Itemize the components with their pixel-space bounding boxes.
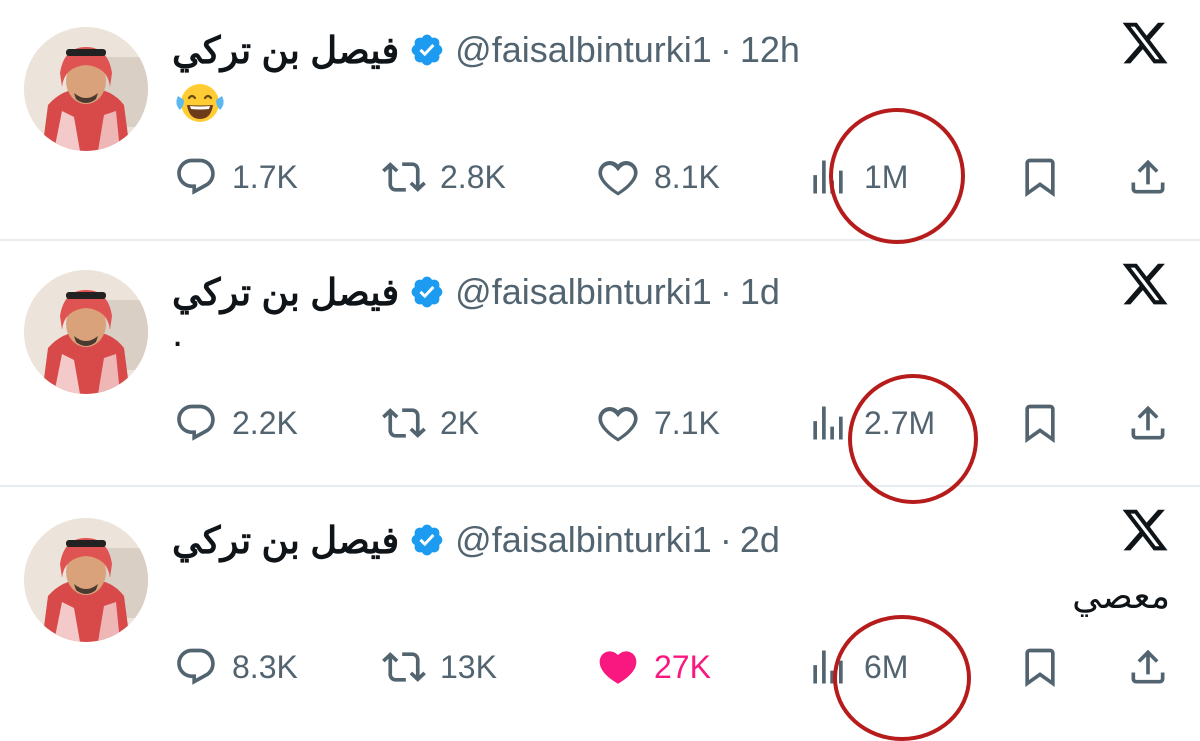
like-count: 8.1K [654,158,720,195]
separator-dot: · [719,271,732,312]
reply-button[interactable]: 1.7K [174,147,298,207]
tweet-header: فيصل بن تركي @faisalbinturki1 · 12h [172,22,800,78]
user-handle[interactable]: @faisalbinturki1 [455,271,712,313]
views-button[interactable]: 1M [806,147,908,207]
timestamp[interactable]: 12h [740,29,800,71]
tweet-card[interactable]: فيصل بن تركي @faisalbinturki1 · 12h 1.7K [0,0,1200,240]
bar-chart-icon [813,650,843,684]
retweet-icon [382,162,426,192]
separator-dot: · [719,519,732,560]
x-logo-icon [1120,259,1170,309]
share-button[interactable] [1126,637,1170,697]
like-count: 27K [654,648,711,685]
share-upload-icon [1131,649,1165,684]
bar-chart-icon [813,160,843,194]
tweet-actions: 1.7K 2.8K 8.1K 1M [0,147,1200,207]
bookmark-icon [1025,404,1055,444]
avatar-image [24,518,148,642]
retweet-button[interactable]: 2K [382,393,479,453]
timestamp[interactable]: 1d [740,271,780,313]
user-handle[interactable]: @faisalbinturki1 [455,519,712,561]
views-button[interactable]: 6M [806,637,908,697]
reply-count: 1.7K [232,158,298,195]
bookmark-button[interactable] [1018,393,1062,453]
tweet-actions: 2.2K 2K 7.1K 2.7M [0,393,1200,453]
tweet-card[interactable]: فيصل بن تركي @faisalbinturki1 · 1d . 2.2… [0,241,1200,486]
like-count: 7.1K [654,404,720,441]
speech-bubble-icon [177,404,215,441]
bookmark-icon [1025,158,1055,198]
views-button[interactable]: 2.7M [806,393,935,453]
like-button[interactable]: 27K [596,637,711,697]
reply-count: 2.2K [232,404,298,441]
retweet-count: 2.8K [440,158,506,195]
user-handle[interactable]: @faisalbinturki1 [455,29,712,71]
retweet-count: 13K [440,648,497,685]
retweet-count: 2K [440,404,480,441]
avatar[interactable] [24,27,148,151]
share-button[interactable] [1126,147,1170,207]
verified-badge-icon [411,34,443,66]
retweet-button[interactable]: 2.8K [382,147,506,207]
tweet-body [172,82,228,124]
tweet-card[interactable]: فيصل بن تركي @faisalbinturki1 · 2d معصي … [0,487,1200,741]
tweet-body: . [172,311,184,355]
tweet-actions: 8.3K 13K 27K 6M [0,637,1200,697]
share-button[interactable] [1126,393,1170,453]
bookmark-icon [1025,648,1055,688]
x-logo-icon [1120,505,1170,555]
avatar[interactable] [24,518,148,642]
x-logo-icon [1120,18,1170,68]
face-with-tears-of-joy-emoji-icon [176,84,224,122]
bookmark-button[interactable] [1018,637,1062,697]
tweet-header: فيصل بن تركي @faisalbinturki1 · 2d [172,512,780,568]
timestamp[interactable]: 2d [740,519,780,561]
like-button[interactable]: 8.1K [596,147,720,207]
heart-filled-icon [599,651,637,684]
view-count: 1M [864,158,909,195]
tweet-header: فيصل بن تركي @faisalbinturki1 · 1d [172,264,780,320]
display-name[interactable]: فيصل بن تركي [172,271,399,314]
heart-icon [598,161,638,196]
speech-bubble-icon [177,648,215,685]
retweet-button[interactable]: 13K [382,637,497,697]
bar-chart-icon [813,406,843,440]
like-button[interactable]: 7.1K [596,393,720,453]
verified-badge-icon [411,524,443,556]
reply-count: 8.3K [232,648,298,685]
separator-dot: · [719,29,732,70]
share-upload-icon [1131,159,1165,194]
reply-button[interactable]: 2.2K [174,393,298,453]
share-upload-icon [1131,405,1165,440]
speech-bubble-icon [177,158,215,195]
view-count: 2.7M [864,404,936,441]
view-count: 6M [864,648,909,685]
display-name[interactable]: فيصل بن تركي [172,29,399,72]
avatar[interactable] [24,270,148,394]
retweet-icon [382,408,426,438]
reply-button[interactable]: 8.3K [174,637,298,697]
tweet-body: معصي [1072,575,1170,616]
avatar-image [24,270,148,394]
bookmark-button[interactable] [1018,147,1062,207]
avatar-image [24,27,148,151]
display-name[interactable]: فيصل بن تركي [172,519,399,562]
heart-icon [598,407,638,442]
retweet-icon [382,652,426,682]
verified-badge-icon [411,276,443,308]
